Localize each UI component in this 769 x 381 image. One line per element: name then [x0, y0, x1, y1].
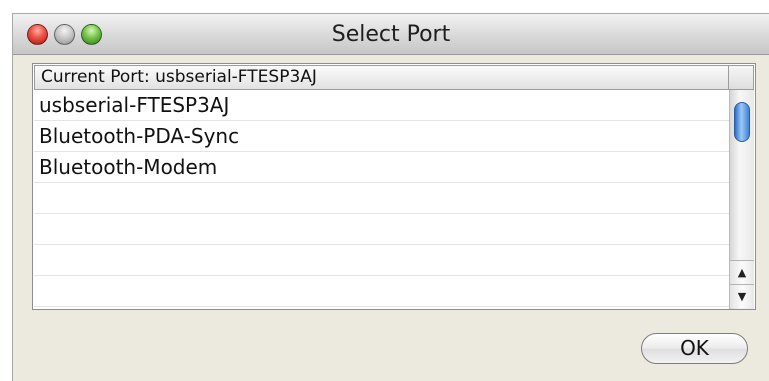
port-row-0[interactable]: usbserial-FTESP3AJ — [34, 90, 729, 121]
port-row-3[interactable] — [34, 183, 729, 214]
port-row-2[interactable]: Bluetooth-Modem — [34, 152, 729, 183]
select-port-window: Select Port Current Port: usbserial-FTES… — [12, 13, 769, 381]
port-row-6[interactable] — [34, 276, 729, 307]
vertical-scrollbar[interactable]: ▲ ▼ — [729, 90, 754, 309]
title-bar[interactable]: Select Port — [13, 14, 769, 55]
port-table: Current Port: usbserial-FTESP3AJ usbseri… — [32, 63, 756, 310]
scroll-up-arrow-icon[interactable]: ▲ — [730, 260, 754, 284]
table-header-current-port[interactable]: Current Port: usbserial-FTESP3AJ — [34, 65, 729, 90]
scrollbar-thumb[interactable] — [734, 102, 750, 142]
port-row-5[interactable] — [34, 245, 729, 276]
scroll-down-arrow-icon[interactable]: ▼ — [730, 284, 754, 308]
port-row-1[interactable]: Bluetooth-PDA-Sync — [34, 121, 729, 152]
window-title: Select Port — [331, 22, 451, 47]
port-list: usbserial-FTESP3AJ Bluetooth-PDA-Sync Bl… — [34, 90, 729, 307]
port-row-4[interactable] — [34, 214, 729, 245]
table-header-corner — [729, 65, 754, 90]
ok-button[interactable]: OK — [641, 333, 748, 364]
